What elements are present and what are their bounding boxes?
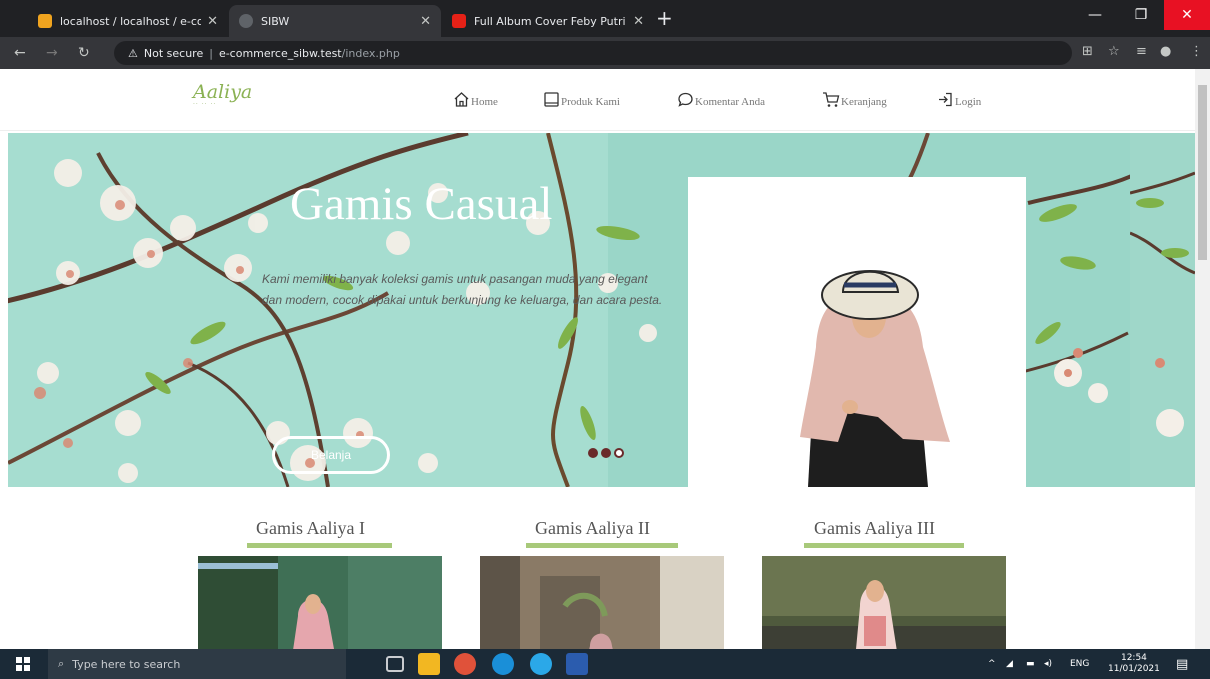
hero-title: Gamis Casual xyxy=(290,178,553,230)
address-bar[interactable]: ⚠ Not secure | e-commerce_sibw.test/inde… xyxy=(114,41,1072,65)
tablet-icon xyxy=(544,92,559,107)
scrollbar-thumb[interactable] xyxy=(1198,85,1207,260)
product-underline-1 xyxy=(247,543,392,548)
product-underline-2 xyxy=(526,543,678,548)
task-view-icon[interactable] xyxy=(386,656,404,672)
nav-item-login[interactable]: Login xyxy=(937,91,981,108)
login-icon xyxy=(939,92,952,107)
page-scrollbar[interactable] xyxy=(1195,69,1210,649)
close-tab-icon[interactable]: ✕ xyxy=(420,14,431,29)
file-explorer-icon[interactable] xyxy=(418,653,440,675)
close-tab-icon[interactable]: ✕ xyxy=(633,14,644,29)
nav-item-home[interactable]: Home xyxy=(453,91,498,108)
site-navbar: Aaliya ·· ·· ·· Home Produk Kami Komenta… xyxy=(0,69,1195,131)
hero-product-image xyxy=(688,177,1026,487)
globe-icon xyxy=(239,14,253,28)
product-image-2[interactable] xyxy=(480,556,724,649)
cart-icon xyxy=(823,92,840,107)
edge-icon[interactable] xyxy=(492,653,514,675)
phpmyadmin-icon xyxy=(38,14,52,28)
close-tab-icon[interactable]: ✕ xyxy=(207,14,218,29)
site-logo[interactable]: Aaliya ·· ·· ·· xyxy=(193,81,252,108)
minimize-button[interactable]: — xyxy=(1072,0,1118,30)
model-photo xyxy=(688,177,1026,487)
tray-overflow-icon[interactable]: ^ xyxy=(988,649,996,679)
browser-tab-strip: localhost / localhost / e-comme ✕ SIBW ✕… xyxy=(0,0,1210,37)
profile-avatar-icon[interactable]: ● xyxy=(1160,44,1171,59)
language-indicator[interactable]: ENG xyxy=(1070,649,1089,679)
close-window-button[interactable]: ✕ xyxy=(1164,0,1210,30)
menu-kebab-icon[interactable]: ⋮ xyxy=(1190,44,1203,59)
forward-arrow-icon[interactable]: → xyxy=(46,43,58,63)
clock[interactable]: 12:54 11/01/2021 xyxy=(1108,649,1160,679)
product-image-3[interactable] xyxy=(762,556,1006,649)
product-photo-2 xyxy=(480,556,724,649)
web-page: Aaliya ·· ·· ·· Home Produk Kami Komenta… xyxy=(0,69,1195,649)
url-path: /index.php xyxy=(341,46,400,60)
chat-icon xyxy=(678,92,693,107)
back-arrow-icon[interactable]: ← xyxy=(14,43,26,63)
chrome-icon[interactable] xyxy=(454,653,476,675)
translate-icon[interactable]: ⊞ xyxy=(1082,44,1093,59)
bookmark-star-icon[interactable]: ☆ xyxy=(1108,44,1120,59)
url-separator: | xyxy=(209,46,213,60)
warning-icon: ⚠ xyxy=(128,46,138,60)
nav-item-produk-kami[interactable]: Produk Kami xyxy=(543,91,620,108)
tray-battery-icon[interactable]: ▬ xyxy=(1026,649,1035,679)
windows-start-icon[interactable] xyxy=(16,657,30,671)
carousel-dot-2[interactable] xyxy=(601,448,611,458)
product-title-3[interactable]: Gamis Aaliya III xyxy=(814,518,935,539)
home-icon xyxy=(454,92,469,107)
product-photo-3 xyxy=(762,556,1006,649)
word-icon[interactable] xyxy=(566,653,588,675)
tray-network-icon[interactable]: ◢ xyxy=(1006,649,1013,679)
product-title-2[interactable]: Gamis Aaliya II xyxy=(535,518,650,539)
new-tab-button[interactable]: + xyxy=(656,8,673,28)
tray-volume-icon[interactable]: ◂) xyxy=(1044,649,1052,679)
url-host: e-commerce_sibw.test xyxy=(218,46,342,60)
not-secure-label: Not secure xyxy=(143,46,204,60)
nav-item-komentar-anda[interactable]: Komentar Anda xyxy=(677,91,765,108)
maximize-button[interactable]: ❐ xyxy=(1118,0,1164,30)
hero-description: Kami memiliki banyak koleksi gamis untuk… xyxy=(262,272,663,307)
carousel-indicators xyxy=(588,448,624,458)
product-photo-1 xyxy=(198,556,442,649)
reading-list-icon[interactable]: ≡ xyxy=(1136,44,1147,59)
notification-icon[interactable]: ▤ xyxy=(1176,649,1188,679)
carousel-next-slide-peek xyxy=(1130,133,1195,487)
youtube-icon xyxy=(452,14,466,28)
hero-cta-button[interactable]: Belanja xyxy=(272,436,390,474)
browser-tab-youtube[interactable]: Full Album Cover Feby Putri ✕ xyxy=(442,5,654,37)
search-icon: ⌕ xyxy=(58,657,65,670)
carousel-dot-3[interactable] xyxy=(614,448,624,458)
browser-app-icon[interactable] xyxy=(530,653,552,675)
browser-tab-sibw[interactable]: SIBW ✕ xyxy=(229,5,441,37)
browser-toolbar: ← → ↻ ⚠ Not secure | e-commerce_sibw.tes… xyxy=(0,37,1210,69)
windows-taskbar: ⌕ Type here to search ^ ◢ ▬ ◂) ENG 12:54… xyxy=(0,649,1210,679)
taskbar-search-box[interactable]: ⌕ Type here to search xyxy=(48,649,346,679)
nav-item-keranjang[interactable]: Keranjang xyxy=(822,91,887,108)
product-image-1[interactable] xyxy=(198,556,442,649)
product-underline-3 xyxy=(804,543,964,548)
carousel-dot-1[interactable] xyxy=(588,448,598,458)
reload-icon[interactable]: ↻ xyxy=(78,43,90,63)
browser-tab-phpmyadmin[interactable]: localhost / localhost / e-comme ✕ xyxy=(28,5,228,37)
next-slide-image xyxy=(1130,133,1195,487)
product-title-1[interactable]: Gamis Aaliya I xyxy=(256,518,365,539)
